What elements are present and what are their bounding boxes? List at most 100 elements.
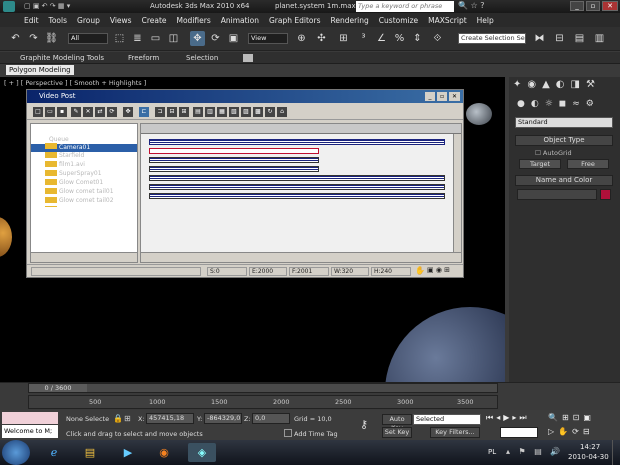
create-categories[interactable]: ●◐☼◼≈⚙ — [517, 99, 600, 109]
maxscript-listener-pink[interactable] — [2, 412, 58, 424]
track-starfield[interactable] — [149, 148, 319, 154]
help-icons[interactable]: 🔍 ☆ ? — [458, 1, 484, 10]
abut-selected-icon[interactable]: ⊞ — [179, 107, 189, 117]
track-vscroll[interactable] — [453, 134, 461, 252]
key-mode-icon[interactable]: ⚷ — [360, 418, 368, 431]
tab-graphite-modeling-tools[interactable]: Graphite Modeling Tools — [20, 52, 104, 64]
tree-item-superspray01[interactable]: SuperSpray01 — [59, 169, 102, 178]
snaps-toggle-icon[interactable]: ³ — [356, 31, 371, 46]
rectangular-selection-icon[interactable]: ▭ — [148, 31, 163, 46]
auto-key-button[interactable]: Auto Key — [382, 414, 412, 432]
align-left-icon[interactable]: ⊏ — [139, 107, 149, 117]
named-selection-dropdown[interactable]: Create Selection Se — [458, 33, 526, 44]
edit-current-event-icon[interactable]: ✎ — [71, 107, 81, 117]
add-image-output-icon[interactable]: ▨ — [241, 107, 251, 117]
menu-graph-editors[interactable]: Graph Editors — [269, 16, 321, 25]
time-tag-checkbox[interactable] — [284, 429, 292, 437]
menu-animation[interactable]: Animation — [221, 16, 259, 25]
edit-named-selection-icon[interactable]: ⟐ — [430, 31, 445, 46]
execute-sequence-icon[interactable]: ⟳ — [107, 107, 117, 117]
set-key-button[interactable]: Set Key — [382, 427, 412, 438]
redo-icon[interactable]: ↷ — [26, 31, 41, 46]
lock-icon[interactable]: ⌂ — [277, 107, 287, 117]
object-name-field[interactable] — [517, 189, 597, 200]
rotate-icon[interactable]: ⟳ — [208, 31, 223, 46]
add-image-filter-icon[interactable]: ▦ — [217, 107, 227, 117]
window-crossing-icon[interactable]: ◫ — [166, 31, 181, 46]
track-glow-comet01[interactable] — [149, 175, 445, 181]
add-scene-event-icon[interactable]: ▤ — [193, 107, 203, 117]
y-coordinate-field[interactable]: -864329,0 — [204, 413, 242, 424]
object-type-header[interactable]: Object Type — [515, 135, 613, 146]
vp-close-button[interactable]: ✕ — [449, 92, 460, 101]
time-ruler[interactable] — [141, 124, 461, 134]
key-filters-button[interactable]: Key Filters... — [430, 427, 480, 438]
keyboard-shortcut-icon[interactable]: ⊞ — [336, 31, 351, 46]
select-manipulate-icon[interactable]: ✣ — [314, 31, 329, 46]
current-frame-field[interactable] — [500, 427, 538, 438]
minimize-button[interactable]: _ — [570, 1, 584, 11]
playback-controls[interactable]: ⏮◂▶▸⏭ — [486, 413, 530, 423]
3dsmax-taskbar-icon[interactable]: ◈ — [188, 443, 216, 462]
track-bar[interactable]: 500 1000 1500 2000 2500 3000 3500 — [28, 395, 498, 409]
polygon-modeling-button[interactable]: Polygon Modeling — [6, 65, 74, 75]
clock-time[interactable]: 14:27 — [580, 443, 600, 451]
tab-freeform[interactable]: Freeform — [128, 52, 159, 64]
target-button[interactable]: Target — [519, 159, 561, 169]
start-button[interactable] — [2, 440, 30, 465]
tree-item-glow-comet-tail02[interactable]: Glow comet tail02 — [59, 196, 114, 205]
align-right-icon[interactable]: ⊐ — [155, 107, 165, 117]
scale-icon[interactable]: ▣ — [226, 31, 241, 46]
app-logo-icon[interactable] — [3, 1, 15, 12]
menu-help[interactable]: Help — [477, 16, 494, 25]
vp-minimize-button[interactable]: _ — [425, 92, 435, 101]
ie-icon[interactable]: ℯ — [40, 443, 68, 462]
layer-manager-icon[interactable]: ▤ — [572, 31, 587, 46]
menu-views[interactable]: Views — [110, 16, 132, 25]
track-superspray01[interactable] — [149, 166, 319, 172]
tree-hscroll[interactable] — [31, 252, 137, 262]
menu-customize[interactable]: Customize — [379, 16, 418, 25]
align-icon[interactable]: ⊟ — [552, 31, 567, 46]
select-object-icon[interactable]: ⬚ — [112, 31, 127, 46]
viewport-label[interactable]: [ + ] [ Perspective ] [ Smooth + Highlig… — [4, 79, 146, 87]
video-post-titlebar[interactable]: Video Post _ ▫ ✕ — [27, 90, 463, 103]
cmd-tabs[interactable]: ✦◉▲◐◨⚒ — [513, 79, 601, 90]
vp-maximize-button[interactable]: ▫ — [437, 92, 447, 101]
quick-access-toolbar[interactable]: ▢ ▣ ↶ ↷ ▦ ▾ — [24, 2, 124, 11]
track-hscroll[interactable] — [141, 252, 461, 262]
make-same-size-icon[interactable]: ⊟ — [167, 107, 177, 117]
select-move-icon[interactable]: ✥ — [190, 31, 205, 46]
maxscript-listener[interactable]: Welcome to M; — [2, 425, 58, 438]
object-color-swatch[interactable] — [600, 189, 611, 200]
percent-snap-icon[interactable]: % — [392, 31, 407, 46]
menu-tools[interactable]: Tools — [49, 16, 67, 25]
track-film[interactable] — [149, 157, 319, 163]
track-camera01[interactable] — [149, 139, 445, 145]
tree-item-film1-avi[interactable]: film1.avi — [59, 160, 85, 169]
close-button[interactable]: ✕ — [602, 1, 618, 11]
tree-item-glow-comet-tail01[interactable]: Glow comet tail01 — [59, 187, 114, 196]
pan-hand-icon[interactable]: ✋ — [415, 266, 425, 275]
key-selection-dropdown[interactable]: Selected — [413, 414, 481, 425]
edit-range-bar-icon[interactable]: ✥ — [123, 107, 133, 117]
mirror-icon[interactable]: ⧓ — [532, 31, 547, 46]
add-image-input-icon[interactable]: ▥ — [205, 107, 215, 117]
link-icon[interactable]: ⛓ — [44, 31, 59, 46]
explorer-icon[interactable]: ▤ — [76, 443, 104, 462]
zoom-icons[interactable]: ▣ ◉ ⊞ — [427, 266, 450, 274]
angle-snap-icon[interactable]: ∠ — [374, 31, 389, 46]
absolute-mode-icon[interactable]: ⊞ — [124, 414, 131, 423]
swap-events-icon[interactable]: ⇄ — [95, 107, 105, 117]
menu-maxscript[interactable]: MAXScript — [428, 16, 467, 25]
tray-icons[interactable]: ▴ ⚑ ▤ 🔊 — [506, 447, 563, 456]
select-by-name-icon[interactable]: ≣ — [130, 31, 145, 46]
language-indicator[interactable]: PL — [488, 448, 496, 456]
new-sequence-icon[interactable]: □ — [33, 107, 43, 117]
menu-rendering[interactable]: Rendering — [330, 16, 368, 25]
autogrid-checkbox[interactable]: ☐ AutoGrid — [535, 149, 572, 157]
pivot-icon[interactable]: ⊕ — [294, 31, 309, 46]
add-image-layer-icon[interactable]: ▧ — [229, 107, 239, 117]
help-search-input[interactable]: Type a keyword or phrase — [356, 1, 454, 12]
track-glow-comet-tail02[interactable] — [149, 193, 445, 199]
